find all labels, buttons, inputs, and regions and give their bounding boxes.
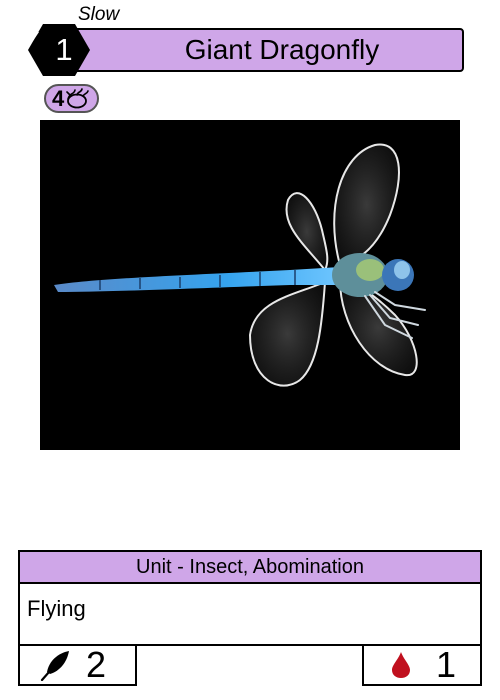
dragonfly-illustration: [54, 143, 426, 387]
lightning-bolt-icon: [30, 24, 39, 44]
cost-value: 1: [55, 32, 73, 67]
quill-icon: [40, 651, 69, 681]
power-value: 2: [86, 644, 107, 685]
cost-badge: 1: [28, 24, 90, 76]
card-name: Giant Dragonfly: [184, 34, 380, 65]
tangled-thread-icon: [66, 87, 90, 108]
type-line: Unit - Insect, Abomination: [20, 552, 480, 584]
health-value: 1: [436, 644, 457, 685]
power-stat: 2: [18, 646, 137, 686]
rules-text: Flying: [27, 596, 86, 621]
card-art: [40, 120, 460, 450]
text-box: Unit - Insect, Abomination Flying: [18, 550, 482, 646]
blood-drop-icon: [392, 652, 410, 678]
health-stat: 1: [362, 646, 482, 686]
speed-label: Slow: [78, 4, 120, 25]
title-bar: Giant Dragonfly: [40, 28, 464, 72]
threshold-value: 4: [52, 85, 65, 111]
threshold-badge: 4: [44, 84, 99, 113]
